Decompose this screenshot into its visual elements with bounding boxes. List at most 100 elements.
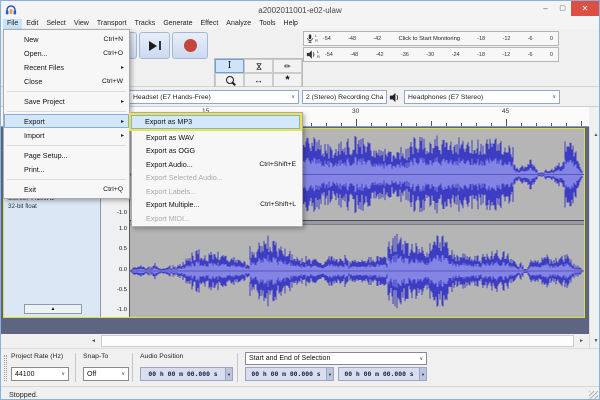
ruler-tick — [431, 121, 432, 126]
toolbar-grip[interactable] — [4, 355, 7, 381]
separator — [237, 353, 238, 382]
ruler-tick — [566, 123, 567, 126]
selection-tool-button[interactable] — [215, 59, 244, 73]
pencil-icon — [284, 62, 291, 71]
ruler-tick — [356, 119, 357, 126]
menu-help[interactable]: Help — [280, 19, 302, 29]
menu-generate[interactable]: Generate — [159, 19, 196, 29]
menu-tracks[interactable]: Tracks — [131, 19, 160, 29]
resize-grip[interactable] — [589, 391, 598, 400]
zoom-tool-button[interactable] — [215, 73, 244, 87]
draw-tool-button[interactable] — [273, 59, 302, 73]
chevron-down-icon — [383, 94, 387, 100]
timeshift-tool-button[interactable] — [244, 73, 273, 87]
recording-channels-select[interactable]: 2 (Stereo) Recording Cha — [302, 90, 387, 104]
menu-item-close[interactable]: CloseCtrl+W — [4, 74, 129, 88]
playback-meter-scale: -54-48-42-36-30-24-18-12-60 — [322, 52, 556, 58]
recording-meter[interactable]: LR -54-48-42 Click to Start Monitoring -… — [303, 31, 559, 46]
tools-toolbar — [214, 58, 303, 88]
status-text: Stopped. — [9, 390, 38, 399]
project-rate-label: Project Rate (Hz) — [11, 353, 63, 360]
scroll-up-arrow-icon[interactable] — [590, 128, 600, 141]
snap-to-select[interactable]: Off — [83, 367, 129, 381]
menu-item-export[interactable]: Export — [4, 114, 129, 128]
ruler-tick — [416, 123, 417, 126]
channel2-scale: 1.00.50.0-0.5-1.0 — [117, 226, 127, 313]
menu-item-open[interactable]: Open...Ctrl+O — [4, 46, 129, 60]
ruler-tick — [551, 123, 552, 126]
menu-edit[interactable]: Edit — [22, 19, 42, 29]
chevron-down-icon — [289, 94, 295, 100]
menu-tools[interactable]: Tools — [255, 19, 279, 29]
chevron-down-icon — [121, 371, 125, 377]
menu-select[interactable]: Select — [42, 19, 69, 29]
scroll-right-arrow-icon[interactable] — [575, 334, 588, 348]
separator — [132, 353, 133, 382]
record-button[interactable] — [172, 32, 208, 59]
menu-item-new[interactable]: NewCtrl+N — [4, 32, 129, 46]
menu-item-export-as-wav[interactable]: Export as WAV — [132, 131, 302, 145]
multi-tool-button[interactable] — [273, 73, 302, 87]
chevron-down-icon — [550, 94, 556, 100]
scroll-left-arrow-icon[interactable] — [87, 334, 100, 348]
menu-item-export-multiple[interactable]: Export Multiple...Ctrl+Shift+L — [132, 198, 302, 212]
ruler-tick — [521, 123, 522, 126]
time-field-dropdown-icon[interactable] — [419, 368, 426, 380]
audio-position-field[interactable]: 00 h 00 m 00.000 s — [140, 367, 233, 381]
vertical-scrollbar[interactable] — [589, 127, 600, 348]
menu-analyze[interactable]: Analyze — [222, 19, 255, 29]
menu-item-exit[interactable]: ExitCtrl+Q — [4, 182, 129, 196]
speaker-icon — [306, 49, 316, 60]
menu-bar: File Edit Select View Transport Tracks G… — [1, 19, 599, 29]
playback-device-select[interactable]: Headphones (E7 Stereo) — [404, 90, 560, 104]
ruler-tick — [401, 123, 402, 126]
recording-device-select[interactable]: Headset (E7 Hands-Free) — [129, 90, 299, 104]
audacity-window: a2002011001-e02-ulaw File Edit Select Vi… — [0, 0, 600, 400]
separator — [75, 353, 76, 382]
highlight-box: Export as MP3 — [129, 113, 302, 131]
horizontal-scroll-thumb[interactable] — [101, 335, 574, 347]
menu-item-save-project[interactable]: Save Project — [4, 94, 129, 108]
scroll-down-arrow-icon[interactable] — [590, 334, 600, 347]
menu-file[interactable]: File — [3, 19, 22, 29]
selection-start-field[interactable]: 00 h 00 m 00.000 s — [245, 367, 334, 381]
menu-effect[interactable]: Effect — [197, 19, 223, 29]
waveform-channel-right[interactable] — [130, 224, 584, 317]
waveform — [130, 225, 584, 317]
menu-item-export-as-ogg[interactable]: Export as OGG — [132, 144, 302, 158]
timeshift-icon — [254, 75, 263, 85]
menu-item-recent-files[interactable]: Recent Files — [4, 60, 129, 74]
submenu-arrow-icon — [121, 98, 124, 105]
horizontal-scrollbar[interactable] — [1, 334, 589, 348]
playback-meter[interactable]: LR -54-48-42-36-30-24-18-12-60 — [303, 47, 559, 62]
export-submenu: Export as MP3 Export as WAV Export as OG… — [131, 112, 303, 227]
ruler-tick — [536, 123, 537, 126]
collapse-track-button[interactable] — [24, 304, 82, 314]
ruler-label-45: 45 — [502, 108, 509, 115]
time-field-dropdown-icon[interactable] — [225, 368, 232, 380]
project-rate-select[interactable]: 44100 — [11, 367, 69, 381]
menu-item-print[interactable]: Print... — [4, 162, 129, 176]
menu-item-page-setup[interactable]: Page Setup... — [4, 148, 129, 162]
menu-item-export-audio[interactable]: Export Audio...Ctrl+Shift+E — [132, 158, 302, 172]
submenu-arrow-icon — [121, 118, 124, 125]
menu-item-export-as-mp3[interactable]: Export as MP3 — [131, 115, 300, 129]
menu-item-export-midi: Export MIDI... — [132, 212, 302, 226]
ruler-tick — [506, 119, 507, 126]
ruler-tick — [311, 123, 312, 126]
menu-transport[interactable]: Transport — [93, 19, 131, 29]
menu-item-export-labels: Export Labels... — [132, 185, 302, 199]
audio-position-label: Audio Position — [140, 353, 183, 360]
time-field-dropdown-icon[interactable] — [326, 368, 333, 380]
ruler-tick — [491, 123, 492, 126]
skip-end-icon — [149, 41, 157, 51]
skip-to-end-button[interactable] — [139, 32, 170, 59]
multitool-icon — [285, 76, 289, 85]
envelope-tool-button[interactable] — [244, 59, 273, 73]
ruler-tick — [371, 123, 372, 126]
title-bar[interactable]: a2002011001-e02-ulaw — [1, 1, 599, 19]
selection-end-field[interactable]: 00 h 00 m 00.000 s — [338, 367, 427, 381]
menu-view[interactable]: View — [70, 19, 93, 29]
menu-item-import[interactable]: Import — [4, 128, 129, 142]
selection-mode-select[interactable]: Start and End of Selection — [245, 352, 427, 365]
